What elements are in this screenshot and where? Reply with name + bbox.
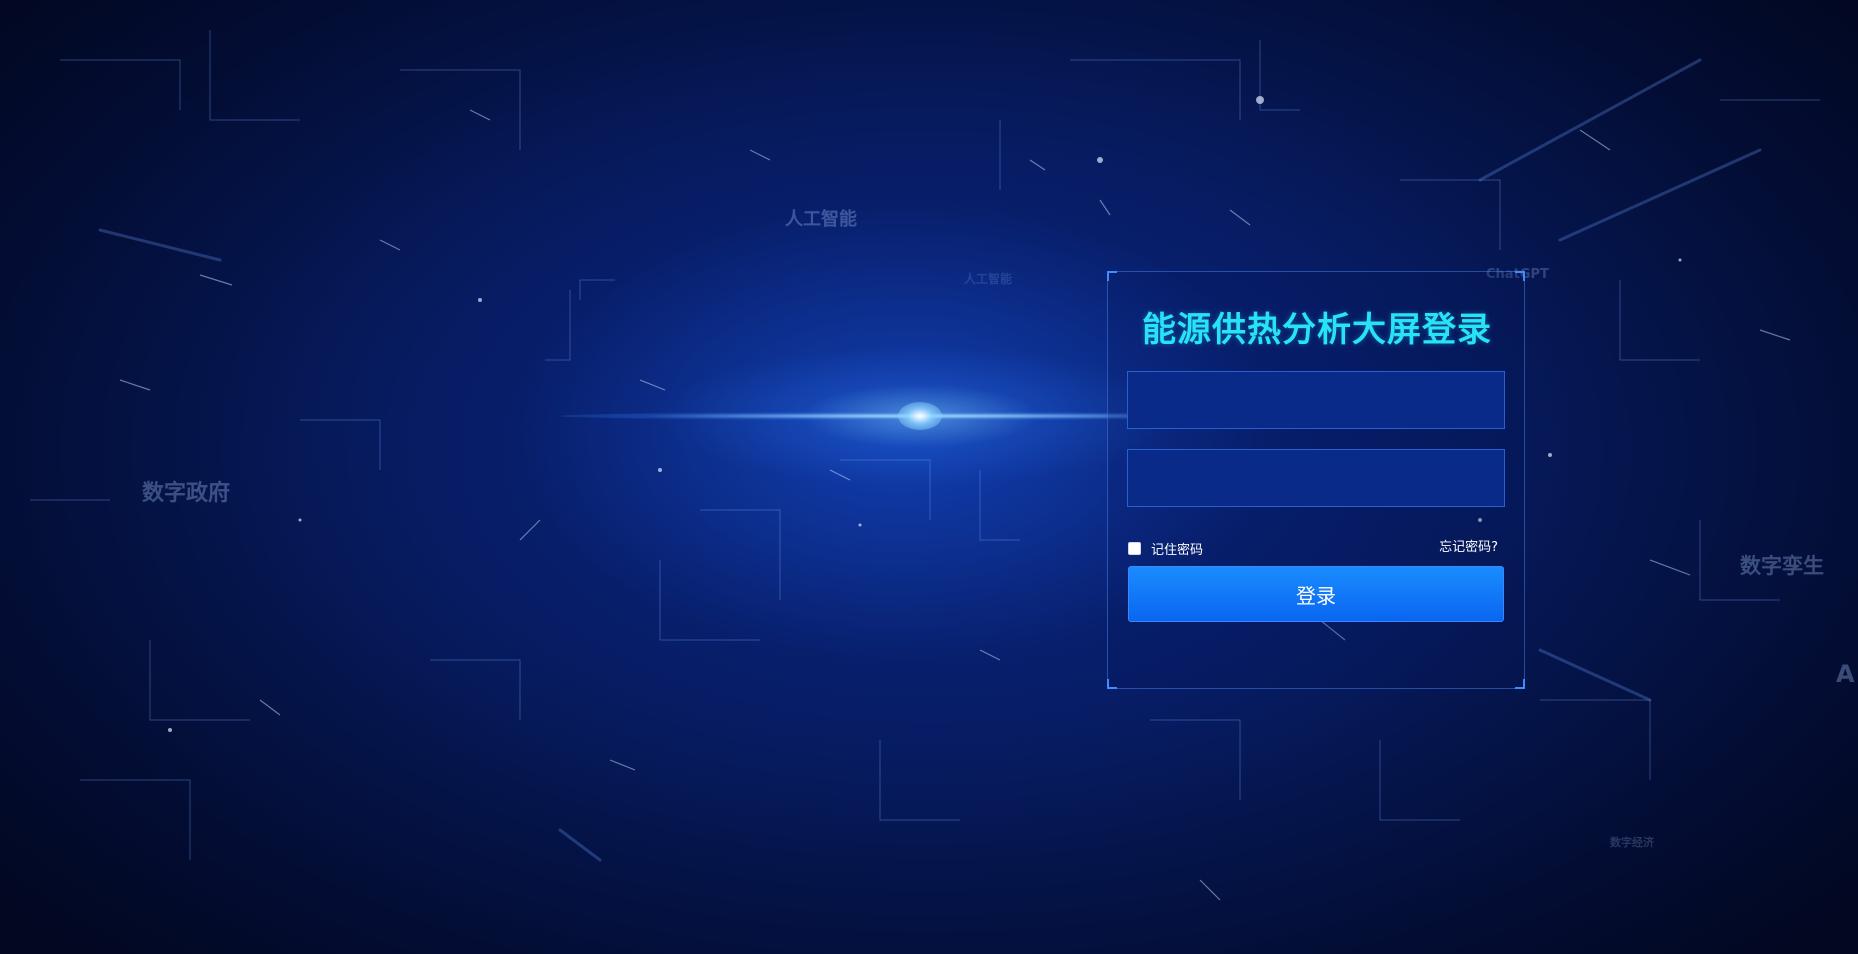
password-input[interactable]	[1127, 449, 1505, 507]
panel-corner	[1107, 271, 1117, 281]
login-page: 人工智能 数字政府 数字孪生 ChatGPT 数字经济 人工智能 A 能源供热分…	[0, 0, 1858, 954]
panel-corner	[1107, 679, 1117, 689]
remember-password-checkbox[interactable]	[1128, 541, 1141, 555]
background-word: 人工智能	[785, 209, 857, 230]
background-word: 数字经济	[1610, 836, 1654, 849]
remember-password-option[interactable]: 记住密码	[1128, 539, 1204, 558]
remember-password-label: 记住密码	[1151, 542, 1204, 558]
background-word: 人工智能	[964, 272, 1013, 286]
login-button[interactable]: 登录	[1128, 566, 1504, 622]
light-core	[898, 402, 942, 430]
forgot-password-link[interactable]: 忘记密码?	[1439, 539, 1498, 557]
panel-corner	[1515, 679, 1525, 689]
background-word: 数字孪生	[1740, 554, 1824, 578]
login-panel: 能源供热分析大屏登录 记住密码 忘记密码? 登录	[1107, 271, 1525, 689]
background-word: 数字政府	[142, 481, 231, 506]
panel-corner	[1515, 271, 1525, 281]
background-word: A	[1836, 660, 1855, 688]
login-title: 能源供热分析大屏登录	[1142, 310, 1492, 350]
background-circuit-lines	[30, 30, 1820, 901]
username-input[interactable]	[1127, 371, 1505, 429]
